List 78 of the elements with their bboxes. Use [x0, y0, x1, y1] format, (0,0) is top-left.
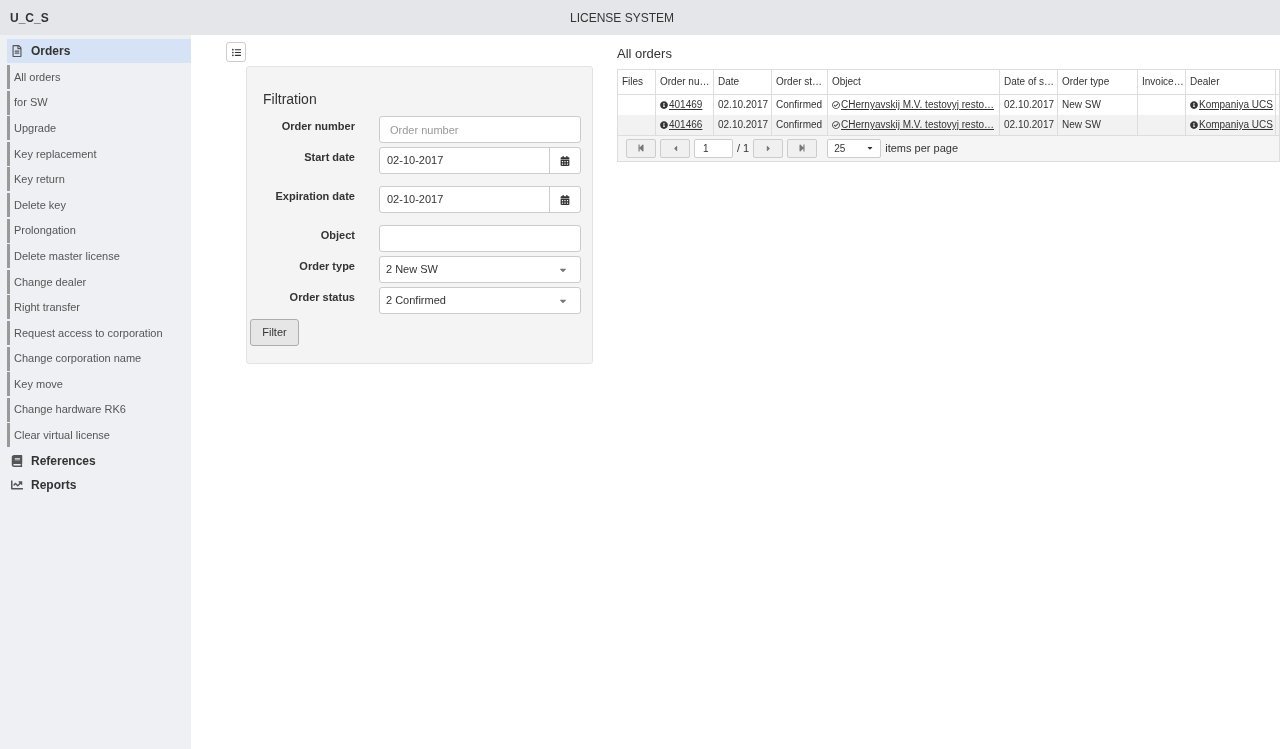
input-field[interactable] — [379, 225, 581, 252]
sidebar-item[interactable]: Request access to corporation — [7, 320, 191, 345]
book-icon — [11, 454, 23, 467]
sidebar-item[interactable]: Key replacement — [7, 141, 191, 166]
sidebar-section[interactable]: References — [7, 448, 191, 473]
list-toggle-button[interactable] — [226, 42, 246, 62]
first-page-icon — [637, 144, 645, 152]
sidebar-section[interactable]: Orders — [7, 39, 191, 63]
sidebar-item[interactable]: Right transfer — [7, 295, 191, 320]
table-cell-text: 02.10.2017 — [1004, 118, 1055, 132]
info-icon — [1190, 120, 1198, 129]
sidebar-item[interactable]: Clear virtual license — [7, 423, 191, 448]
sidebar-item[interactable]: for SW — [7, 90, 191, 115]
field-label: Object — [319, 228, 355, 243]
link[interactable]: 401466 — [669, 117, 703, 132]
sidebar-item[interactable]: Change corporation name — [7, 346, 191, 371]
table-cell-text: New SW — [1062, 98, 1101, 112]
column-header[interactable]: Date of s… — [1000, 69, 1058, 94]
sidebar-item[interactable]: Upgrade — [7, 116, 191, 141]
select-field[interactable]: 2 New SW — [379, 256, 581, 283]
table-cell-text: Confirmed — [776, 98, 823, 112]
calendar-icon[interactable] — [560, 194, 570, 205]
field-label: Order status — [288, 290, 355, 305]
table-cell-text: 02.10.2017 — [718, 118, 769, 132]
caret-icon — [866, 144, 875, 152]
calendar-icon[interactable] — [560, 155, 570, 166]
page-size-label: items per page — [885, 140, 958, 156]
sidebar-item[interactable]: Key return — [7, 167, 191, 192]
filter-button[interactable]: Filter — [250, 319, 299, 346]
date-field[interactable]: 02-10-2017 — [379, 186, 581, 213]
table-cell-text: New SW — [1062, 118, 1101, 132]
field-label: Start date — [303, 150, 355, 165]
sidebar-item[interactable]: Key move — [7, 372, 191, 397]
first-page-button[interactable] — [626, 138, 656, 158]
select-field[interactable]: 2 Confirmed — [379, 287, 581, 314]
panel-title: Filtration — [263, 90, 318, 109]
input-field[interactable]: Order number — [379, 116, 581, 143]
column-header[interactable]: Object — [828, 69, 1000, 94]
link[interactable]: CHernyavskij M.V. testovyj resto… — [841, 117, 994, 132]
section-title: All orders — [617, 45, 673, 63]
list-icon — [231, 47, 241, 57]
info-icon — [660, 100, 668, 109]
logo[interactable]: U_C_S — [10, 8, 570, 27]
table-cell-text: 02.10.2017 — [718, 98, 769, 112]
column-header[interactable]: Invoice… — [1138, 69, 1186, 94]
last-page-button[interactable] — [787, 138, 818, 158]
sidebar-item[interactable]: Prolongation — [7, 218, 191, 243]
app-title: LICENSE SYSTEM — [570, 9, 675, 27]
sidebar-item[interactable]: All orders — [7, 65, 191, 89]
column-header[interactable]: Dealer — [1186, 69, 1276, 94]
field-label: Order type — [298, 259, 355, 274]
page-total: / 1 — [737, 140, 750, 156]
page-size-select[interactable]: 25 — [827, 138, 882, 158]
link[interactable]: CHernyavskij M.V. testovyj resto… — [841, 97, 994, 112]
field-label: Expiration date — [274, 189, 355, 204]
sidebar-item[interactable]: Delete master license — [7, 244, 191, 269]
column-header[interactable]: Files — [618, 69, 656, 94]
sidebar-item[interactable]: Change hardware RK6 — [7, 397, 191, 422]
document-icon — [11, 45, 23, 57]
column-header[interactable]: Date — [714, 69, 772, 94]
column-header[interactable]: Order nu… — [656, 69, 714, 94]
link[interactable]: 401469 — [669, 97, 703, 112]
column-header[interactable]: Order type — [1058, 69, 1138, 94]
info-icon — [660, 120, 668, 129]
date-field[interactable]: 02-10-2017 — [379, 147, 581, 174]
link[interactable]: Kompaniya UCS — [1199, 97, 1273, 112]
table-cell-text: Confirmed — [776, 118, 823, 132]
sidebar-item[interactable]: Delete key — [7, 192, 191, 217]
table-cell-text: 02.10.2017 — [1004, 98, 1055, 112]
column-header[interactable]: Order st… — [772, 69, 828, 94]
page-field[interactable]: 1 — [694, 138, 733, 158]
link[interactable]: Kompaniya UCS — [1199, 117, 1273, 132]
last-page-icon — [798, 144, 807, 152]
field-label: Order number — [280, 119, 355, 134]
info-icon — [1190, 100, 1198, 109]
sidebar-item[interactable]: Change dealer — [7, 269, 191, 294]
sidebar-section[interactable]: Reports — [7, 472, 191, 497]
line-chart-icon — [11, 478, 23, 491]
